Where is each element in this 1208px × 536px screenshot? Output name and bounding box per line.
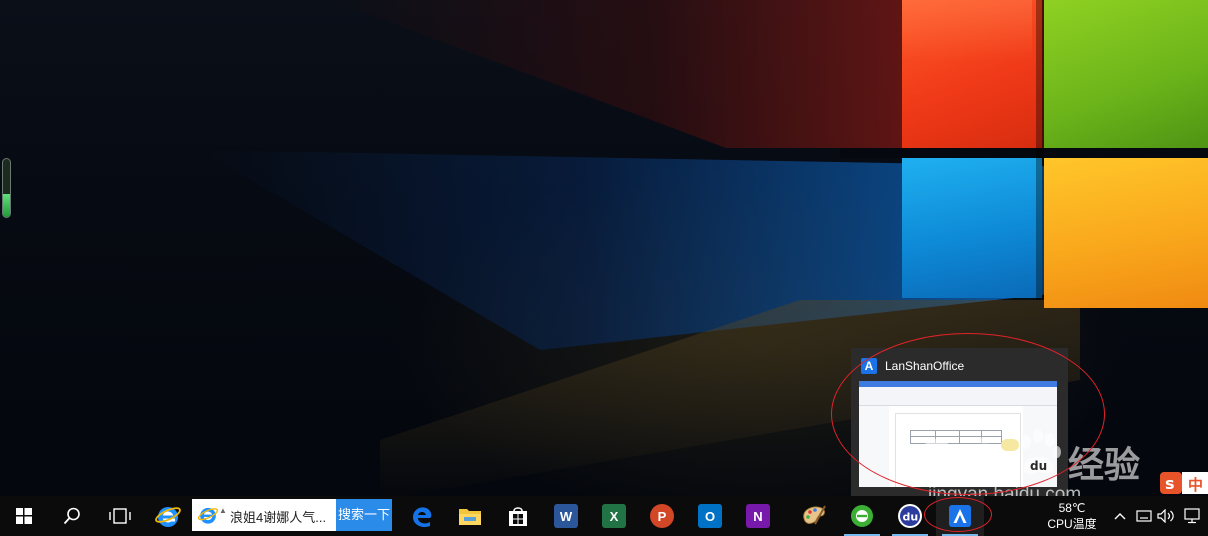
search-go-button[interactable]: 搜索一下 [336,499,392,531]
search-ie-icon [197,507,219,524]
powerpoint-icon: P [650,504,674,528]
taskbar-app-word[interactable]: W [542,496,590,536]
taskbar-search-box[interactable]: ▲ 浪姐4谢娜人气... 搜索一下 [192,499,392,531]
taskbar: ▲ 浪姐4谢娜人气... 搜索一下 W X P O N du 58℃ CPU温度 [0,496,1208,536]
watermark-brand-cn: 经验 [1068,444,1141,485]
edge-icon [413,507,432,527]
svg-text:du: du [1030,459,1047,473]
taskbar-app-paint[interactable] [790,496,838,536]
ime-mode-label: 中 [1188,477,1204,494]
excel-icon: X [602,504,626,528]
keyboard-ime-tray-icon[interactable] [1134,506,1154,526]
taskbar-app-edge[interactable] [398,496,446,536]
thumbnail-title: LanShanOffice [885,359,965,373]
lanshanoffice-icon [949,505,971,527]
folder-icon [459,509,481,525]
store-bag-icon [509,507,527,526]
windows-logo-vertical-gap [1036,0,1044,300]
watermark-brand-latin: Bai [922,432,991,478]
volume-speaker-icon[interactable] [1156,506,1176,526]
search-icon [63,507,80,525]
taskbar-app-ie[interactable] [144,496,192,536]
windows-start-icon [16,508,32,524]
preview-ribbon-toolbar [859,387,1057,406]
internet-explorer-icon [155,507,181,527]
taskbar-app-excel[interactable]: X [590,496,638,536]
svg-text:du: du [903,511,919,524]
cpu-gauge-fill [3,193,10,217]
search-hot-text: 浪姐4谢娜人气... [230,510,327,525]
lanshanoffice-app-icon: A [861,358,877,374]
windows-logo-horizontal-gap [840,148,1208,158]
cpu-temperature-value: 58℃ [1058,501,1086,515]
360-browser-icon [851,505,873,527]
paint-palette-icon [803,505,826,525]
onenote-icon: N [746,504,770,528]
taskbar-app-baidu-netdisk[interactable]: du [886,496,934,536]
taskbar-app-outlook[interactable]: O [686,496,734,536]
baidu-du-icon: du [898,504,922,528]
taskbar-app-store[interactable] [494,496,542,536]
start-button[interactable] [0,496,48,536]
windows-logo-red-highlight [902,0,1032,60]
outlook-icon: O [698,504,722,528]
windows-logo-green-pane [1044,0,1208,148]
search-arrow-icon: ▲ [219,506,227,515]
search-button[interactable] [48,496,96,536]
taskbar-app-360-browser[interactable] [838,496,886,536]
task-view-button[interactable] [96,496,144,536]
cpu-temperature-label: CPU温度 [1047,517,1097,531]
taskbar-app-file-explorer[interactable] [446,496,494,536]
svg-text:s: s [1165,474,1175,493]
preview-left-pane [859,406,889,487]
taskbar-app-lanshanoffice[interactable] [936,496,984,536]
taskbar-app-powerpoint[interactable]: P [638,496,686,536]
cpu-temperature-widget[interactable]: 58℃ CPU温度 [1044,496,1100,536]
word-icon: W [554,504,578,528]
task-view-icon [109,508,131,524]
baidu-paw-icon: du [1021,429,1061,474]
thumbnail-header: A LanShanOffice [861,357,964,375]
taskbar-app-onenote[interactable]: N [734,496,782,536]
network-monitor-icon[interactable] [1182,506,1202,526]
windows-logo-blue-pane [902,158,1042,298]
cpu-gauge-widget[interactable] [2,158,11,218]
windows-logo-yellow-pane [1044,158,1208,308]
show-hidden-icons-chevron-up-icon[interactable] [1110,506,1130,526]
